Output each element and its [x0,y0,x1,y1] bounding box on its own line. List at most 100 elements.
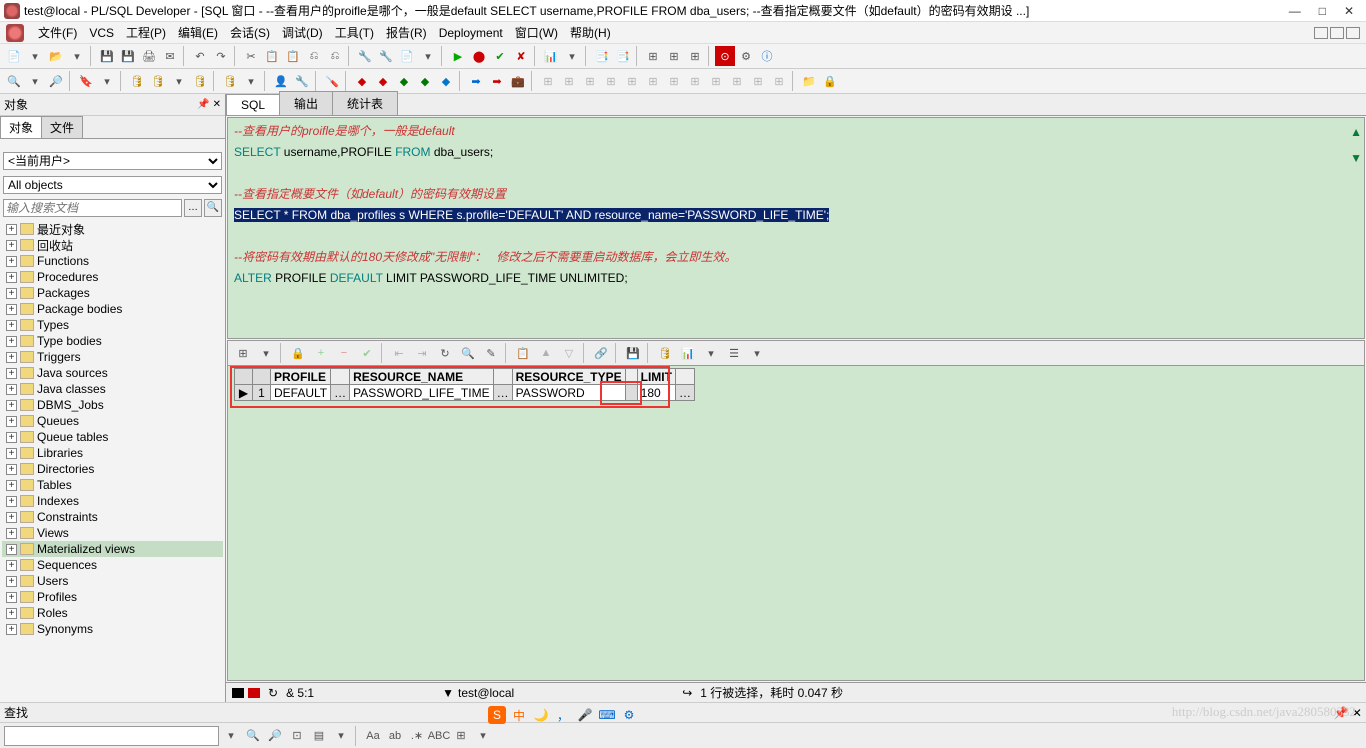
find-input[interactable] [4,726,219,746]
find-word-button[interactable]: ab [385,726,405,746]
tb-btn-l[interactable]: ⊞ [685,46,705,66]
expand-icon[interactable]: + [6,592,17,603]
open-dropdown[interactable]: ▾ [67,46,87,66]
tree-node[interactable]: +Materialized views [2,541,223,557]
add-row-button[interactable]: + [310,343,332,363]
tree-node[interactable]: +DBMS_Jobs [2,397,223,413]
save-all-button[interactable]: 💾 [118,46,138,66]
expand-icon[interactable]: + [6,400,17,411]
find-prev-button[interactable]: 🔎 [265,726,285,746]
tb-btn-e[interactable]: 📄 [397,46,417,66]
menu-project[interactable]: 工程(P) [122,22,170,43]
tree-node[interactable]: +Constraints [2,509,223,525]
redo-button[interactable]: ↷ [211,46,231,66]
tb-btn-n[interactable]: ⚙ [736,46,756,66]
col-limit[interactable]: LIMIT [637,369,675,385]
expand-icon[interactable]: + [6,528,17,539]
tree-node[interactable]: +Indexes [2,493,223,509]
expand-icon[interactable]: + [6,544,17,555]
search-more-button[interactable]: … [184,199,202,217]
expand-icon[interactable]: + [6,368,17,379]
grid-mode-button[interactable]: ⊞ [232,343,254,363]
lock-button[interactable]: 🔒 [820,71,840,91]
cut-button[interactable]: ✂ [241,46,261,66]
result-grid[interactable]: PROFILE RESOURCE_NAME RESOURCE_TYPE LIMI… [234,368,695,401]
menu-session[interactable]: 会话(S) [226,22,274,43]
arrow-right-button[interactable]: ➡ [466,71,486,91]
tree-node[interactable]: +Type bodies [2,333,223,349]
win5-button[interactable]: ⊞ [622,71,642,91]
cell-limit[interactable]: 180 [637,385,675,401]
expand-icon[interactable]: + [6,320,17,331]
col-resource-type[interactable]: RESOURCE_TYPE [512,369,625,385]
tree-node[interactable]: +Types [2,317,223,333]
expand-icon[interactable]: + [6,560,17,571]
cell-resource-name[interactable]: PASSWORD_LIFE_TIME [350,385,493,401]
mark5-button[interactable]: ◆ [436,71,456,91]
tab-output[interactable]: 输出 [279,91,333,115]
tree-node[interactable]: +Roles [2,605,223,621]
connection-label[interactable]: test@local [458,686,514,700]
col-resource-name-ext[interactable] [493,369,512,385]
tab-sql[interactable]: SQL [226,94,280,115]
bookmark-button[interactable]: 🔖 [76,71,96,91]
find-abc-button[interactable]: ABC [429,726,449,746]
expand-icon[interactable]: + [6,256,17,267]
table-row[interactable]: ▶ 1 DEFAULT … PASSWORD_LIFE_TIME … PASSW… [235,385,695,401]
rollback-button[interactable]: ✘ [511,46,531,66]
sql-editor[interactable]: --查看用户的proifle是哪个，一般是default SELECT user… [227,117,1365,339]
copy-grid-button[interactable]: 📋 [512,343,534,363]
grid-mode-dropdown[interactable]: ▾ [255,343,277,363]
find-opt2-button[interactable]: ▤ [309,726,329,746]
panel-tab-objects[interactable]: 对象 [0,116,42,138]
close-button[interactable]: ✕ [1344,4,1354,18]
win1-button[interactable]: ⊞ [538,71,558,91]
sort-asc-button[interactable]: ▲ [535,343,557,363]
copy-button[interactable]: 📋 [262,46,282,66]
tree-node[interactable]: +Views [2,525,223,541]
tb-btn-h[interactable]: 📑 [592,46,612,66]
win2-button[interactable]: ⊞ [559,71,579,91]
chart-dropdown[interactable]: ▾ [700,343,722,363]
win9-button[interactable]: ⊞ [706,71,726,91]
tree-node[interactable]: +Package bodies [2,301,223,317]
open-button[interactable]: 📂 [46,46,66,66]
nav-up-icon[interactable]: ▲ [1350,122,1362,142]
user-select[interactable]: <当前用户> [3,152,222,170]
expand-icon[interactable]: + [6,464,17,475]
db4-button[interactable]: 🛢 [220,71,240,91]
expand-icon[interactable]: + [6,416,17,427]
win7-button[interactable]: ⊞ [664,71,684,91]
commit-button[interactable]: ✔ [490,46,510,66]
tree-node[interactable]: +Functions [2,253,223,269]
tb-btn-g[interactable]: ▾ [562,46,582,66]
search-input[interactable] [3,199,182,217]
find-in-grid-button[interactable]: 🔍 [457,343,479,363]
pin-icon[interactable]: 📌 ✕ [197,99,221,110]
expand-icon[interactable]: + [6,576,17,587]
col-profile[interactable]: PROFILE [271,369,331,385]
expand-icon[interactable]: + [6,240,17,251]
mark4-button[interactable]: ◆ [415,71,435,91]
expand-icon[interactable]: + [6,480,17,491]
panel-tab-files[interactable]: 文件 [41,116,83,138]
cell-resource-type-btn[interactable] [625,385,637,401]
cell-limit-btn[interactable]: … [675,385,694,401]
win11-button[interactable]: ⊞ [748,71,768,91]
win6-button[interactable]: ⊞ [643,71,663,91]
tree-node[interactable]: +Users [2,573,223,589]
link-button[interactable]: 🔗 [590,343,612,363]
refresh-button[interactable]: ↻ [434,343,456,363]
sort-desc-button[interactable]: ▽ [558,343,580,363]
replace-button[interactable]: 🔎 [46,71,66,91]
bookmark-dropdown[interactable]: ▾ [97,71,117,91]
menu-tools[interactable]: 工具(T) [331,22,378,43]
find-ext-dropdown[interactable]: ▾ [473,726,493,746]
menu-deployment[interactable]: Deployment [435,24,507,42]
win3-button[interactable]: ⊞ [580,71,600,91]
search-go-button[interactable]: 🔍 [204,199,222,217]
pref-button[interactable]: 🔧 [292,71,312,91]
lock-icon[interactable]: 🔒 [287,343,309,363]
tb-btn-b[interactable]: ⎌ [325,46,345,66]
arrow-red-button[interactable]: ➡ [487,71,507,91]
